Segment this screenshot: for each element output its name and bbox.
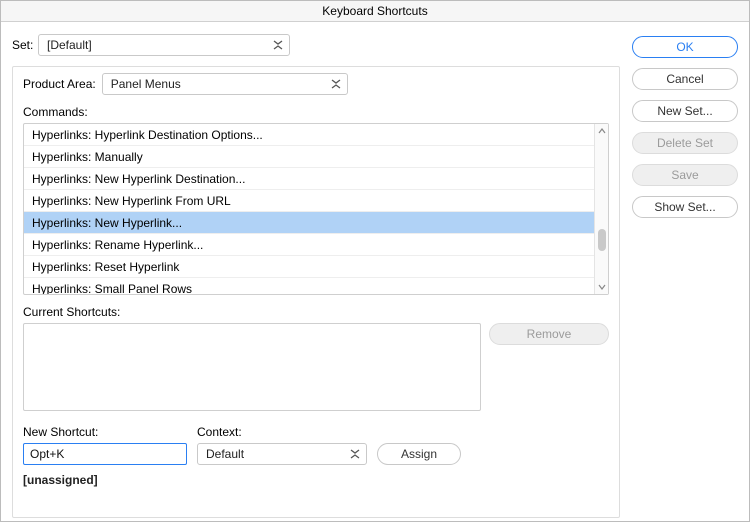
scroll-up-icon[interactable] <box>595 124 608 138</box>
product-area-value: Panel Menus <box>111 77 181 91</box>
list-item[interactable]: Hyperlinks: Rename Hyperlink... <box>24 234 594 256</box>
new-set-button[interactable]: New Set... <box>632 100 738 122</box>
list-item[interactable]: Hyperlinks: Small Panel Rows <box>24 278 594 294</box>
dialog-title: Keyboard Shortcuts <box>0 0 750 22</box>
status-text: [unassigned] <box>23 473 609 487</box>
list-item[interactable]: Hyperlinks: New Hyperlink Destination... <box>24 168 594 190</box>
product-area-label: Product Area: <box>23 77 96 91</box>
ok-button[interactable]: OK <box>632 36 738 58</box>
commands-label: Commands: <box>23 105 609 119</box>
chevron-down-icon <box>331 79 341 89</box>
set-row: Set: [Default] <box>12 34 620 56</box>
list-item[interactable]: Hyperlinks: Hyperlink Destination Option… <box>24 124 594 146</box>
current-shortcuts-list[interactable] <box>23 323 481 411</box>
scrollbar[interactable] <box>594 124 608 294</box>
context-col: Context: Default <box>197 425 367 465</box>
new-shortcut-label: New Shortcut: <box>23 425 187 439</box>
list-item[interactable]: Hyperlinks: New Hyperlink From URL <box>24 190 594 212</box>
list-item[interactable]: Hyperlinks: New Hyperlink... <box>24 212 594 234</box>
remove-button[interactable]: Remove <box>489 323 609 345</box>
current-shortcuts-row: Current Shortcuts: Remove <box>23 305 609 411</box>
chevron-down-icon <box>273 40 283 50</box>
new-shortcut-col: New Shortcut: <box>23 425 187 465</box>
show-set-button[interactable]: Show Set... <box>632 196 738 218</box>
assign-button[interactable]: Assign <box>377 443 461 465</box>
current-shortcuts-area: Current Shortcuts: <box>23 305 481 411</box>
save-button[interactable]: Save <box>632 164 738 186</box>
new-shortcut-row: New Shortcut: Context: Default Assign <box>23 425 609 465</box>
right-column: OK Cancel New Set... Delete Set Save Sho… <box>632 34 738 518</box>
commands-listbox[interactable]: Hyperlinks: Hyperlink Destination Option… <box>23 123 609 295</box>
context-value: Default <box>206 447 244 461</box>
scroll-thumb[interactable] <box>598 229 606 251</box>
context-select[interactable]: Default <box>197 443 367 465</box>
commands-list: Hyperlinks: Hyperlink Destination Option… <box>24 124 594 294</box>
context-label: Context: <box>197 425 367 439</box>
remove-wrap: Remove <box>489 305 609 345</box>
set-select-value: [Default] <box>47 38 92 52</box>
list-item[interactable]: Hyperlinks: Manually <box>24 146 594 168</box>
product-area-row: Product Area: Panel Menus <box>23 73 609 95</box>
product-area-select[interactable]: Panel Menus <box>102 73 348 95</box>
list-item[interactable]: Hyperlinks: Reset Hyperlink <box>24 256 594 278</box>
set-select[interactable]: [Default] <box>38 34 290 56</box>
scroll-down-icon[interactable] <box>595 280 608 294</box>
new-shortcut-input[interactable] <box>23 443 187 465</box>
dialog-body: Set: [Default] Product Area: Panel Menus… <box>0 22 750 522</box>
main-fieldset: Product Area: Panel Menus Commands: Hype… <box>12 66 620 518</box>
delete-set-button[interactable]: Delete Set <box>632 132 738 154</box>
set-label: Set: <box>12 38 38 52</box>
cancel-button[interactable]: Cancel <box>632 68 738 90</box>
current-shortcuts-label: Current Shortcuts: <box>23 305 481 319</box>
chevron-down-icon <box>350 449 360 459</box>
left-column: Set: [Default] Product Area: Panel Menus… <box>12 34 620 518</box>
